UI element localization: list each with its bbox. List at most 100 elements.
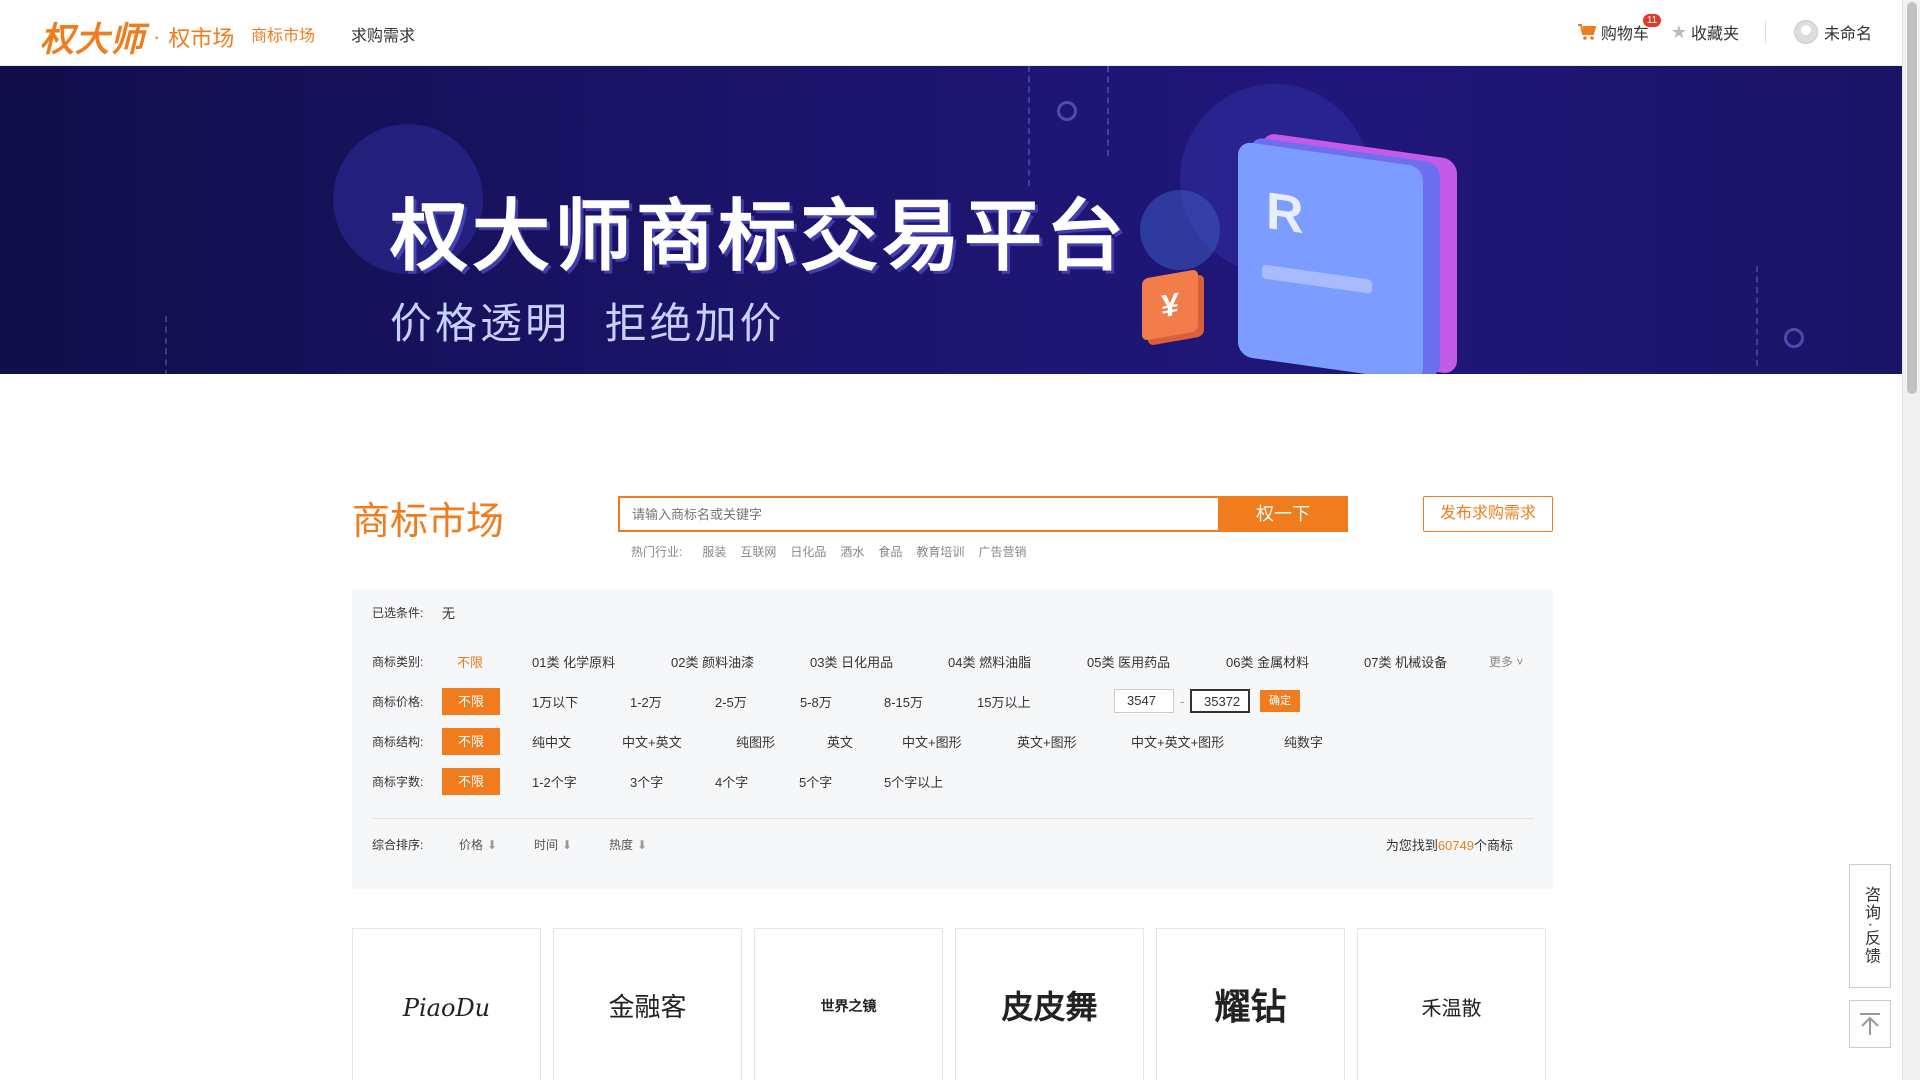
cart-icon bbox=[1577, 24, 1597, 40]
price-option[interactable]: 1万以下 bbox=[532, 692, 578, 711]
cart-link[interactable]: 购物车 11 bbox=[1577, 14, 1662, 44]
hot-industry-link[interactable]: 服装 bbox=[702, 543, 726, 560]
structure-option[interactable]: 中文+图形 bbox=[902, 732, 962, 751]
char-count-option[interactable]: 5个字以上 bbox=[884, 772, 943, 791]
trademark-logo: 耀钻 bbox=[1214, 986, 1287, 1029]
hot-industry-link[interactable]: 酒水 bbox=[840, 543, 864, 560]
category-option[interactable]: 02类 颜料油漆 bbox=[671, 652, 754, 671]
category-option[interactable]: 01类 化学原料 bbox=[532, 652, 615, 671]
more-categories-link[interactable]: 更多 ˅ bbox=[1489, 653, 1523, 670]
category-option-all[interactable]: 不限 bbox=[457, 652, 483, 671]
category-option[interactable]: 07类 机械设备 bbox=[1364, 652, 1447, 671]
selected-conditions-label: 已选条件: bbox=[372, 605, 424, 620]
trademark-logo: 皮皮舞 bbox=[1001, 988, 1098, 1027]
results-prefix: 为您找到 bbox=[1385, 837, 1438, 853]
banner-decor-circle bbox=[1140, 190, 1220, 270]
favorites-link[interactable]: ★ 收藏夹 bbox=[1671, 20, 1739, 44]
cart-label: 购物车 bbox=[1600, 26, 1649, 43]
price-range-dash: - bbox=[1180, 693, 1185, 709]
page-scrollbar[interactable] bbox=[1902, 0, 1920, 1080]
favorites-label: 收藏夹 bbox=[1690, 26, 1739, 43]
user-menu[interactable]: 未命名 bbox=[1793, 20, 1872, 44]
category-label: 商标类别: bbox=[372, 654, 424, 669]
char-count-option[interactable]: 3个字 bbox=[630, 772, 663, 791]
banner-decor-line bbox=[1107, 66, 1109, 156]
nav-trademark-market[interactable]: 商标市场 bbox=[251, 22, 315, 46]
category-option[interactable]: 05类 医用药品 bbox=[1087, 652, 1170, 671]
trademark-card[interactable]: 世界之镜 bbox=[754, 928, 943, 1080]
site-logo[interactable]: 权大师 · 权市场 bbox=[40, 12, 234, 61]
structure-option[interactable]: 纯数字 bbox=[1284, 732, 1323, 751]
sort-by-price[interactable]: 价格 ⬇ bbox=[459, 836, 497, 853]
market-title: 商标市场 bbox=[352, 501, 505, 543]
price-min-input[interactable]: 3547 bbox=[1114, 689, 1174, 713]
structure-option[interactable]: 英文 bbox=[827, 732, 853, 751]
consult-feedback-button[interactable]: 咨询·反馈 bbox=[1849, 864, 1891, 988]
scrollbar-thumb[interactable] bbox=[1907, 2, 1917, 394]
hot-industry-link[interactable]: 食品 bbox=[878, 543, 902, 560]
chevron-down-icon: ˅ bbox=[1513, 654, 1524, 669]
char-count-option-all[interactable]: 不限 bbox=[442, 768, 500, 795]
structure-option[interactable]: 中文+英文 bbox=[622, 732, 682, 751]
price-label: 商标价格: bbox=[372, 694, 424, 709]
user-name: 未命名 bbox=[1823, 26, 1872, 43]
hot-industry-link[interactable]: 日化品 bbox=[790, 543, 826, 560]
price-option[interactable]: 5-8万 bbox=[800, 692, 832, 711]
hero-banner[interactable]: R ¥ 权大师商标交易平台 价格透明 拒绝加价 bbox=[0, 66, 1902, 374]
back-to-top-button[interactable] bbox=[1849, 1000, 1891, 1048]
char-count-option[interactable]: 1-2个字 bbox=[532, 772, 577, 791]
results-count: 为您找到60749个商标 bbox=[1386, 835, 1513, 854]
banner-decor-line bbox=[165, 316, 167, 374]
price-max-input[interactable]: 35372 bbox=[1190, 689, 1250, 713]
price-confirm-button[interactable]: 确定 bbox=[1260, 690, 1300, 712]
trademark-card[interactable]: PiaoDu bbox=[352, 928, 541, 1080]
char-count-option[interactable]: 5个字 bbox=[799, 772, 832, 791]
price-option[interactable]: 1-2万 bbox=[630, 692, 662, 711]
price-option[interactable]: 15万以上 bbox=[977, 692, 1030, 711]
category-option[interactable]: 04类 燃料油脂 bbox=[948, 652, 1031, 671]
trademark-logo: 禾温散 bbox=[1421, 996, 1482, 1020]
trademark-card[interactable]: 金融客 bbox=[553, 928, 742, 1080]
banner-decor-ring bbox=[1784, 328, 1804, 348]
structure-option[interactable]: 纯图形 bbox=[736, 732, 775, 751]
hot-industry-link[interactable]: 教育培训 bbox=[916, 543, 964, 560]
publish-demand-button[interactable]: 发布求购需求 bbox=[1423, 496, 1553, 532]
structure-option[interactable]: 中文+英文+图形 bbox=[1131, 732, 1224, 751]
arrow-up-icon bbox=[1860, 1013, 1880, 1035]
logo-subtitle: 权市场 bbox=[168, 25, 235, 51]
trademark-card[interactable]: 皮皮舞 bbox=[955, 928, 1144, 1080]
sort-by-popularity[interactable]: 热度 ⬇ bbox=[609, 836, 647, 853]
structure-option[interactable]: 英文+图形 bbox=[1017, 732, 1077, 751]
sort-popularity-label: 热度 bbox=[609, 837, 634, 852]
price-option[interactable]: 2-5万 bbox=[715, 692, 747, 711]
trademark-card[interactable]: 耀钻 bbox=[1156, 928, 1345, 1080]
sort-time-label: 时间 bbox=[534, 837, 559, 852]
yen-icon: ¥ bbox=[1142, 269, 1198, 341]
structure-label: 商标结构: bbox=[372, 734, 424, 749]
nav-purchase-demand[interactable]: 求购需求 bbox=[351, 22, 415, 46]
avatar-icon bbox=[1793, 20, 1818, 44]
char-count-option[interactable]: 4个字 bbox=[715, 772, 748, 791]
book-bar bbox=[1262, 264, 1372, 294]
more-label: 更多 bbox=[1489, 654, 1514, 669]
search-input[interactable] bbox=[620, 498, 1218, 530]
logo-dot: · bbox=[153, 23, 161, 49]
hot-industries-label: 热门行业: bbox=[631, 545, 683, 559]
price-option-all[interactable]: 不限 bbox=[442, 688, 500, 715]
category-option[interactable]: 06类 金属材料 bbox=[1226, 652, 1309, 671]
search-button[interactable]: 权一下 bbox=[1218, 496, 1348, 532]
structure-option[interactable]: 纯中文 bbox=[532, 732, 571, 751]
sort-by-time[interactable]: 时间 ⬇ bbox=[534, 836, 572, 853]
filter-divider bbox=[372, 818, 1534, 819]
banner-decor-ring bbox=[1057, 101, 1077, 121]
price-option[interactable]: 8-15万 bbox=[884, 692, 923, 711]
results-number: 60749 bbox=[1437, 837, 1474, 853]
banner-book-front: R bbox=[1238, 140, 1423, 374]
hot-industry-link[interactable]: 互联网 bbox=[740, 543, 776, 560]
hot-industries: 热门行业: 服装 互联网 日化品 酒水 食品 教育培训 广告营销 bbox=[631, 543, 1026, 560]
header-right: 购物车 11 ★ 收藏夹 未命名 bbox=[1577, 14, 1872, 44]
trademark-card[interactable]: 禾温散 bbox=[1357, 928, 1546, 1080]
category-option[interactable]: 03类 日化用品 bbox=[810, 652, 893, 671]
structure-option-all[interactable]: 不限 bbox=[442, 728, 500, 755]
hot-industry-link[interactable]: 广告营销 bbox=[978, 543, 1026, 560]
